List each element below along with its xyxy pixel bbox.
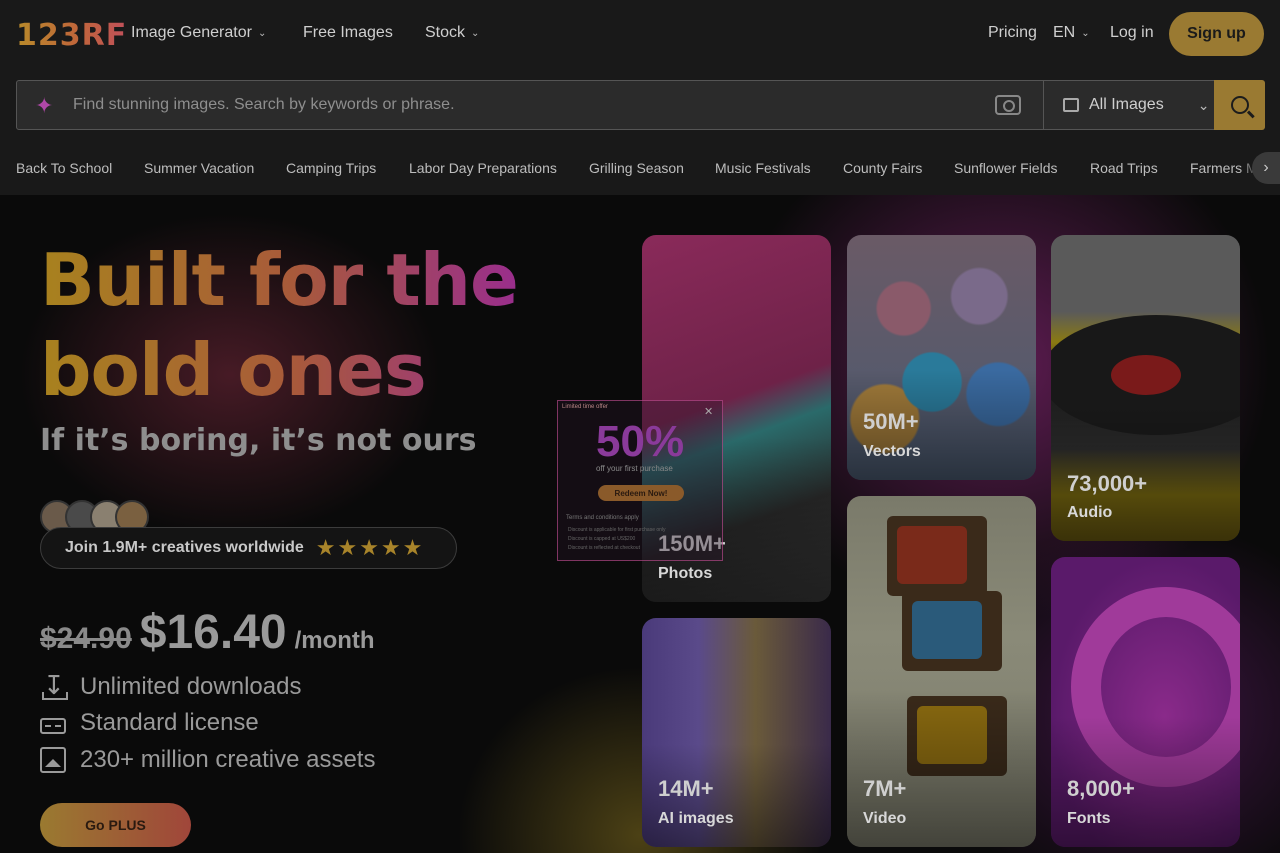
promo-term: Discount is reflected at checkout bbox=[568, 545, 640, 551]
go-plus-button[interactable]: Go PLUS bbox=[40, 803, 191, 847]
login-label: Log in bbox=[1110, 24, 1154, 41]
camera-icon[interactable] bbox=[995, 95, 1021, 115]
nav-free-images[interactable]: Free Images bbox=[303, 24, 393, 42]
feature-item: Unlimited downloads bbox=[40, 670, 302, 701]
search-divider bbox=[1043, 81, 1044, 129]
promo-term: Discount is applicable for first purchas… bbox=[568, 527, 666, 533]
image-icon bbox=[1063, 98, 1079, 112]
download-icon bbox=[40, 670, 68, 701]
tile-label: Audio bbox=[1067, 504, 1113, 521]
sparkle-icon: ✦ bbox=[35, 93, 54, 118]
hero-section: Built for the bold ones If it’s boring, … bbox=[0, 195, 1280, 853]
chevron-down-icon: ⌄ bbox=[471, 27, 480, 39]
social-proof-pill: Join 1.9M+ creatives worldwide ★★★★★ bbox=[40, 527, 457, 569]
redeem-button[interactable]: Redeem Now! bbox=[598, 485, 684, 501]
tag-link[interactable]: Back To School bbox=[16, 160, 112, 176]
feature-text: 230+ million creative assets bbox=[80, 746, 376, 773]
nav-label: Stock bbox=[425, 24, 466, 41]
new-price: $16.40 bbox=[139, 606, 287, 659]
tile-ai-images[interactable]: 14M+ AI images bbox=[642, 618, 831, 847]
promo-discount: 50% bbox=[596, 417, 685, 466]
images-icon bbox=[40, 747, 66, 773]
tag-link[interactable]: Labor Day Preparations bbox=[409, 160, 557, 176]
tile-count: 7M+ bbox=[863, 776, 907, 801]
nav-image-generator[interactable]: Image Generator ⌄ bbox=[131, 24, 266, 42]
tag-link[interactable]: Music Festivals bbox=[715, 160, 811, 176]
tag-link[interactable]: Grilling Season bbox=[589, 160, 684, 176]
promo-popup: Limited time offer ✕ 50% off your first … bbox=[557, 400, 723, 561]
tile-label: AI images bbox=[658, 810, 734, 827]
login-link[interactable]: Log in bbox=[1110, 24, 1154, 42]
old-price: $24.90 bbox=[40, 622, 132, 655]
feature-item: Standard license bbox=[40, 709, 259, 737]
logo[interactable]: 123RF bbox=[16, 18, 127, 53]
image-type-label: All Images bbox=[1089, 96, 1164, 113]
feature-text: Unlimited downloads bbox=[80, 673, 302, 700]
social-proof-text: Join 1.9M+ creatives worldwide bbox=[65, 539, 304, 556]
tile-count: 8,000+ bbox=[1067, 776, 1135, 801]
image-type-select[interactable]: All Images ⌄ bbox=[1063, 81, 1213, 129]
chevron-down-icon: ⌄ bbox=[257, 27, 267, 39]
tile-video[interactable]: 7M+ Video bbox=[847, 496, 1036, 847]
tag-link[interactable]: Summer Vacation bbox=[144, 160, 254, 176]
promo-badge: Limited time offer bbox=[562, 404, 608, 410]
nav-pricing[interactable]: Pricing bbox=[988, 24, 1037, 42]
chevron-down-icon: ⌄ bbox=[1197, 96, 1210, 113]
price-row: $24.90 $16.40 /month bbox=[40, 605, 375, 660]
nav-stock[interactable]: Stock ⌄ bbox=[425, 24, 479, 42]
tag-link[interactable]: Road Trips bbox=[1090, 160, 1158, 176]
search-icon bbox=[1230, 96, 1249, 114]
tile-label: Photos bbox=[658, 565, 713, 582]
tag-link[interactable]: County Fairs bbox=[843, 160, 922, 176]
trending-tags: Back To School Summer Vacation Camping T… bbox=[0, 150, 1280, 186]
tile-count: 73,000+ bbox=[1067, 471, 1148, 496]
tile-label: Fonts bbox=[1067, 810, 1111, 827]
tile-count: 14M+ bbox=[658, 776, 714, 801]
nav-label: Pricing bbox=[988, 24, 1037, 41]
tile-label: Video bbox=[863, 810, 907, 827]
signup-button[interactable]: Sign up bbox=[1169, 12, 1264, 56]
tile-audio[interactable]: 73,000+ Audio bbox=[1051, 235, 1240, 541]
promo-subtitle: off your first purchase bbox=[596, 464, 673, 473]
tile-label: Vectors bbox=[863, 443, 921, 460]
price-period: /month bbox=[294, 627, 375, 654]
tile-vectors[interactable]: 50M+ Vectors bbox=[847, 235, 1036, 480]
license-icon bbox=[40, 717, 66, 734]
chevron-right-icon[interactable]: › bbox=[1252, 152, 1280, 184]
search-bar: ✦ All Images ⌄ bbox=[16, 80, 1265, 130]
hero-subhead: If it’s boring, it’s not ours bbox=[40, 423, 477, 458]
close-icon[interactable]: ✕ bbox=[704, 405, 713, 418]
rating-stars-icon: ★★★★★ bbox=[315, 535, 425, 560]
nav-label: Image Generator bbox=[131, 24, 252, 41]
site-header: 123RF Image Generator ⌄ Free Images Stoc… bbox=[0, 0, 1280, 195]
tag-link[interactable]: Camping Trips bbox=[286, 160, 376, 176]
promo-terms-title: Terms and conditions apply bbox=[566, 515, 639, 521]
hero-headline: Built for the bold ones bbox=[40, 235, 600, 415]
tile-fonts[interactable]: 8,000+ Fonts bbox=[1051, 557, 1240, 847]
tile-shade bbox=[1051, 557, 1240, 847]
language-selector[interactable]: EN ⌄ bbox=[1053, 24, 1090, 42]
language-label: EN bbox=[1053, 24, 1076, 41]
tile-count: 50M+ bbox=[863, 409, 919, 434]
nav-label: Free Images bbox=[303, 24, 393, 41]
feature-text: Standard license bbox=[80, 709, 259, 736]
feature-item: 230+ million creative assets bbox=[40, 746, 375, 774]
headline-line-1: Built for the bbox=[40, 238, 518, 322]
search-input[interactable] bbox=[73, 89, 973, 121]
promo-term: Discount is capped at US$200 bbox=[568, 536, 636, 542]
chevron-down-icon: ⌄ bbox=[1081, 27, 1090, 39]
tag-link[interactable]: Sunflower Fields bbox=[954, 160, 1058, 176]
search-button[interactable] bbox=[1214, 80, 1265, 130]
headline-line-2: bold ones bbox=[40, 328, 426, 412]
